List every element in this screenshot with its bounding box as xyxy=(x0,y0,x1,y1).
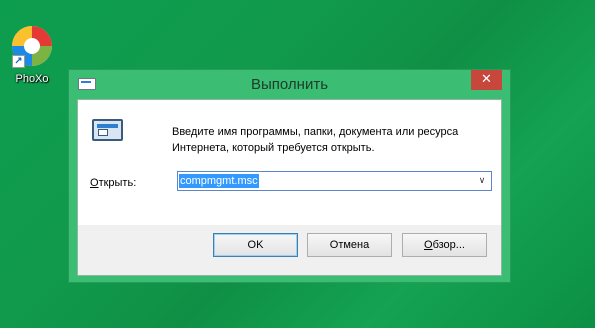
dialog-content-area: Введите имя программы, папки, документа … xyxy=(78,100,501,225)
window-title: Выполнить xyxy=(250,76,329,93)
browse-button[interactable]: Обзор... xyxy=(402,233,487,257)
run-program-icon xyxy=(92,119,123,141)
chevron-down-icon[interactable]: ∨ xyxy=(475,172,489,190)
close-button[interactable]: ✕ xyxy=(471,70,502,90)
shortcut-label: PhoXo xyxy=(15,73,49,85)
title-bar[interactable]: Выполнить ✕ xyxy=(69,70,510,98)
shortcut-arrow-icon: ↗ xyxy=(12,55,25,68)
open-field-label: Открыть: xyxy=(90,177,137,189)
phoxo-app-icon: ↗ xyxy=(10,24,54,68)
desktop-shortcut-phoxo[interactable]: ↗ PhoXo xyxy=(4,24,60,85)
cancel-button[interactable]: Отмена xyxy=(307,233,392,257)
ok-button[interactable]: OK xyxy=(213,233,298,257)
dialog-description: Введите имя программы, папки, документа … xyxy=(172,126,459,154)
open-combobox[interactable]: compmgmt.msc ∨ xyxy=(177,171,492,191)
open-input[interactable]: compmgmt.msc xyxy=(179,174,259,188)
dialog-body: Введите имя программы, папки, документа … xyxy=(77,99,502,276)
run-dialog: Выполнить ✕ Введите имя программы, папки… xyxy=(68,69,511,283)
